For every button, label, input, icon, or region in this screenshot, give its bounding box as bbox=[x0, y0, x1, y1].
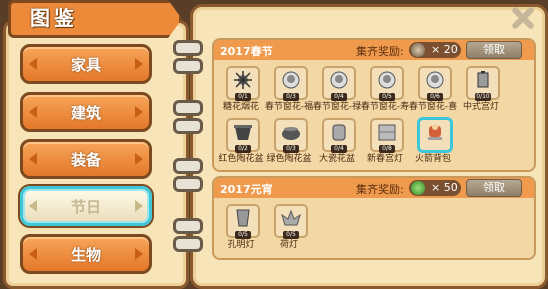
arrow-right-icon bbox=[135, 106, 143, 118]
category-label: 装备 bbox=[70, 151, 101, 169]
reward-count: × 50 bbox=[431, 181, 458, 194]
category-building-button[interactable]: 建筑 bbox=[20, 92, 152, 132]
collection-item-selected[interactable]: 火箭背包 bbox=[410, 118, 456, 172]
binder-ring bbox=[173, 218, 203, 234]
collection-item[interactable]: 0/8 新春宫灯 bbox=[362, 118, 408, 172]
claim-button[interactable]: 领取 bbox=[466, 41, 522, 59]
paper-cut-lu-icon bbox=[330, 71, 348, 89]
category-label: 建筑 bbox=[70, 104, 101, 122]
claim-label: 领取 bbox=[483, 43, 505, 56]
binder-ring bbox=[173, 58, 203, 74]
item-name: 中式宫灯 bbox=[462, 102, 499, 112]
arrow-right-icon bbox=[135, 248, 143, 260]
rocket-backpack-icon bbox=[428, 124, 442, 140]
binder-ring bbox=[173, 158, 203, 174]
green-pot-icon bbox=[282, 127, 300, 140]
collection-item[interactable]: 0/4 大瓷花盆 bbox=[314, 118, 360, 172]
reward-label: 集齐奖励: bbox=[356, 45, 404, 58]
binder-ring bbox=[173, 236, 203, 252]
red-pot-icon bbox=[234, 125, 252, 140]
paper-cut-xi-icon bbox=[426, 71, 444, 89]
arrow-right-icon bbox=[135, 153, 143, 165]
page-title: 图鉴 bbox=[30, 6, 78, 30]
palace-lantern-icon bbox=[477, 71, 489, 88]
claim-label: 领取 bbox=[483, 181, 505, 194]
firework-icon bbox=[234, 71, 252, 89]
reward-badge: × 50 bbox=[409, 180, 461, 196]
category-festival-button[interactable]: 节日 bbox=[20, 186, 152, 226]
collection-item[interactable]: 0/4 春节窗花-禄 bbox=[313, 66, 361, 120]
collection-item[interactable]: 0/10 中式宫灯 bbox=[458, 66, 504, 120]
collection-item[interactable]: 0/5 荷灯 bbox=[266, 204, 312, 258]
section-title: 2017春节 bbox=[220, 45, 273, 58]
porcelain-pot-icon bbox=[332, 124, 346, 141]
arrow-right-icon bbox=[135, 58, 143, 70]
claim-button[interactable]: 领取 bbox=[466, 179, 522, 197]
new-year-lantern-icon bbox=[378, 124, 396, 141]
item-name: 火箭背包 bbox=[414, 154, 451, 164]
binder-ring bbox=[173, 100, 203, 116]
collection-item[interactable]: 0/5 孔明灯 bbox=[218, 204, 264, 258]
paper-cut-fu-icon bbox=[282, 71, 300, 89]
binder-ring bbox=[173, 40, 203, 56]
binder-ring bbox=[173, 176, 203, 192]
collection-section-spring-festival: 2017春节 集齐奖励: × 20 领取 0/1 糖花烟花 0/3 春节窗花-福… bbox=[212, 38, 536, 172]
collection-section-lantern-festival: 2017元宵 集齐奖励: × 50 领取 0/5 孔明灯 0/5 荷灯 bbox=[212, 176, 536, 260]
collection-item[interactable]: 0/2 红色陶花盆 bbox=[218, 118, 264, 172]
category-label: 节日 bbox=[70, 198, 101, 216]
category-label: 家具 bbox=[70, 56, 101, 74]
binder-ring bbox=[173, 118, 203, 134]
lantern-icon bbox=[411, 43, 425, 57]
reward-badge: × 20 bbox=[409, 42, 461, 58]
category-furniture-button[interactable]: 家具 bbox=[20, 44, 152, 84]
category-equipment-button[interactable]: 装备 bbox=[20, 139, 152, 179]
section-header: 2017元宵 集齐奖励: × 50 领取 bbox=[214, 178, 534, 198]
section-title: 2017元宵 bbox=[220, 183, 273, 196]
arrow-right-icon bbox=[135, 200, 143, 212]
category-creature-button[interactable]: 生物 bbox=[20, 234, 152, 274]
collection-item[interactable]: 0/1 糖花烟花 bbox=[218, 66, 264, 120]
green-gem-icon bbox=[411, 181, 425, 195]
close-icon[interactable] bbox=[508, 4, 536, 32]
section-header: 2017春节 集齐奖励: × 20 领取 bbox=[214, 40, 534, 60]
reward-label: 集齐奖励: bbox=[356, 183, 404, 196]
lotus-lantern-icon bbox=[281, 209, 301, 226]
item-name: 荷灯 bbox=[279, 240, 298, 250]
paper-cut-shou-icon bbox=[378, 71, 396, 89]
reward-count: × 20 bbox=[431, 43, 458, 56]
collection-item[interactable]: 0/3 绿色陶花盆 bbox=[266, 118, 312, 172]
category-label: 生物 bbox=[70, 246, 101, 264]
collection-item[interactable]: 0/6 春节窗花-喜 bbox=[409, 66, 457, 120]
collection-item[interactable]: 0/5 春节窗花-寿 bbox=[361, 66, 409, 120]
sky-lantern-icon bbox=[236, 209, 250, 227]
collection-item[interactable]: 0/3 春节窗花-福 bbox=[265, 66, 313, 120]
